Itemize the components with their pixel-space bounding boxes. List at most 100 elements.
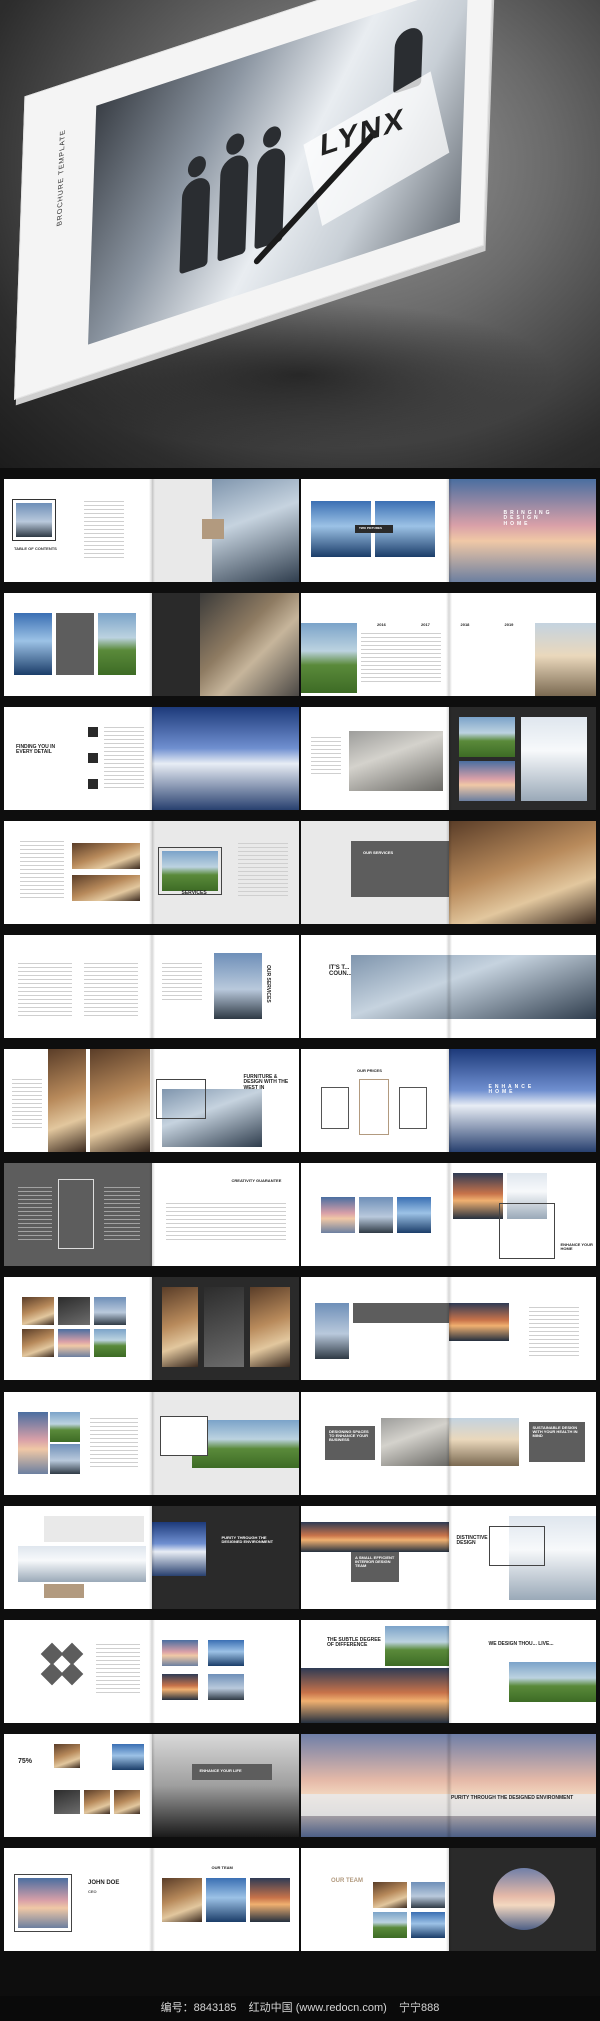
photo (112, 1744, 144, 1770)
spread-timeline: 2016 2017 2018 2019 (301, 593, 596, 696)
creativity-heading: CREATIVITY GUARANTEE (231, 1178, 282, 1183)
photo (301, 623, 357, 693)
john-doe-name: JOHN DOE (88, 1880, 120, 1886)
photo (161, 1878, 202, 1922)
our-team-heading: OUR TEAM (331, 1878, 363, 1884)
photo (205, 1878, 246, 1922)
spread-landscapes (4, 1392, 299, 1495)
info-box (58, 1179, 94, 1249)
year-2017: 2017 (421, 622, 430, 627)
year-2016: 2016 (377, 622, 386, 627)
text-column (12, 1079, 42, 1129)
spread-designing-spaces: DESIGNING SPACES TO ENHANCE YOUR BUSINES… (301, 1392, 596, 1495)
our-services-vertical: OUR SERVICES (264, 965, 271, 1003)
photo (50, 1412, 80, 1442)
photo (520, 717, 587, 801)
designing-spaces-heading: DESIGNING SPACES TO ENHANCE YOUR BUSINES… (329, 1429, 369, 1443)
circle-photo (492, 1868, 555, 1930)
cover-photo (88, 0, 469, 345)
spread-distinctive: A SMALL EFFICIENT INTERIOR DESIGN TEAM D… (301, 1506, 596, 1609)
small-efficient-heading: A SMALL EFFICIENT INTERIOR DESIGN TEAM (355, 1555, 395, 1569)
photo (22, 1329, 54, 1357)
photo (94, 1297, 126, 1325)
text-column (237, 843, 288, 897)
price-card (321, 1087, 349, 1129)
spread-creativity: CREATIVITY GUARANTEE (4, 1163, 299, 1266)
photo-frame (155, 1079, 206, 1119)
spread-inside-country: IT'S T... INSIDE TH... COUN... (301, 935, 596, 1038)
price-card (399, 1087, 427, 1129)
photo-frame (14, 1874, 72, 1932)
photo (72, 843, 140, 869)
photo (321, 1197, 355, 1233)
photo (397, 1197, 431, 1233)
spread-our-services: OUR SERVICES (301, 821, 596, 924)
price-table (165, 1203, 286, 1243)
photo (114, 1790, 140, 1814)
spread-finding-you: FINDING YOU IN EVERY DETAIL (4, 707, 299, 810)
text-column (311, 737, 341, 777)
photo (411, 1912, 445, 1938)
photo (58, 1297, 90, 1325)
photo (161, 1640, 198, 1666)
spread-diamonds (4, 1620, 299, 1723)
photo (161, 1674, 198, 1700)
photo (411, 1882, 445, 1908)
text-column (528, 1307, 579, 1357)
person-silhouette (179, 174, 211, 275)
photo (18, 1412, 48, 1474)
text-column (18, 1187, 52, 1241)
year-2018: 2018 (460, 622, 470, 627)
purity-designed-heading: PURITY THROUGH THE DESIGNED ENVIRONMENT (221, 1535, 274, 1545)
photo (381, 1418, 449, 1466)
accent-block (56, 613, 94, 675)
photo (207, 1640, 244, 1666)
spread-furniture: FURNITURE & DESIGN WITH THE WEST IN (4, 1049, 299, 1152)
accent-block (201, 519, 224, 539)
distinctive-heading: DISTINCTIVE DESIGN (456, 1535, 488, 1547)
spread-toc: TABLE OF CONTENTS (4, 479, 299, 582)
spread-our-team: OUR TEAM (301, 1848, 596, 1951)
spread-two-pictures: TWO PICTURES BRINGING DESIGN HOME (301, 479, 596, 582)
text-column (20, 841, 64, 901)
photo (58, 1329, 90, 1357)
step-icon (88, 727, 98, 737)
photo (373, 1882, 407, 1908)
text-column (161, 963, 202, 1003)
photo (84, 1790, 110, 1814)
photo (508, 1662, 596, 1702)
spread-text: OUR SERVICES (4, 935, 299, 1038)
photo (48, 1049, 86, 1152)
photo (373, 1912, 407, 1938)
spread-prices: OUR PRICES ENHANCE HOME (301, 1049, 596, 1152)
photo (448, 1418, 519, 1466)
panorama-photo (351, 955, 596, 1019)
text-column (90, 1418, 138, 1468)
furniture-heading: FURNITURE & DESIGN WITH THE WEST IN (243, 1074, 289, 1091)
photo (151, 1522, 206, 1576)
photo (90, 1049, 150, 1152)
cover-mockup: BROCHURE TEMPLATE LYNX (0, 0, 600, 468)
spread-interiors (301, 707, 596, 810)
price-card (359, 1079, 389, 1135)
two-pictures-label: TWO PICTURES (359, 526, 382, 530)
our-prices-label: OUR PRICES (357, 1068, 382, 1073)
person-head (187, 153, 207, 180)
person-head (225, 131, 245, 158)
photo (349, 731, 443, 791)
text-column (361, 633, 441, 683)
photo (22, 1297, 54, 1325)
text-column (96, 1644, 140, 1694)
photo (207, 1674, 244, 1700)
toc-label: TABLE OF CONTENTS (14, 546, 57, 551)
spread-purity: PURITY THROUGH THE DESIGNED ENVIRONMENT (4, 1506, 299, 1609)
photo (18, 1546, 146, 1582)
spread-services: SERVICES (4, 821, 299, 924)
watermark-id: 编号：8843185 (160, 2002, 237, 2014)
watermark-site: 红动中国 (www.redocn.com) (248, 2002, 387, 2014)
text-column (104, 727, 144, 791)
photo (249, 1878, 290, 1922)
enhance-your-home-label: ENHANCE YOUR HOME (560, 1242, 593, 1252)
purity-through-heading: PURITY THROUGH THE DESIGNED ENVIRONMENT (451, 1795, 574, 1801)
photo (458, 761, 515, 801)
